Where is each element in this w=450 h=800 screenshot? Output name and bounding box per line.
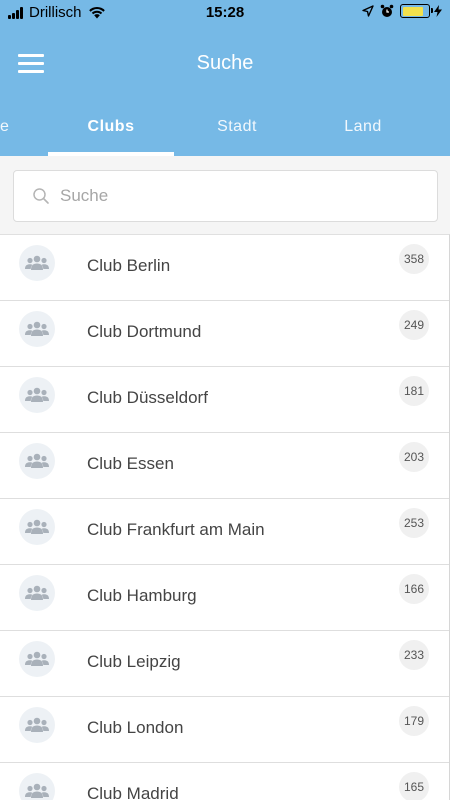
page-title: Suche — [196, 52, 254, 74]
club-row[interactable]: Club Madrid 165 — [0, 763, 449, 800]
member-count-badge: 203 — [399, 442, 429, 472]
club-avatar — [19, 377, 55, 413]
status-bar: Drillisch 15:28 — [0, 0, 450, 26]
club-row[interactable]: Club Berlin 358 — [0, 235, 449, 301]
charging-bolt-icon — [434, 5, 442, 17]
group-icon — [25, 717, 49, 732]
member-count-badge: 179 — [399, 706, 429, 736]
group-icon — [25, 387, 49, 402]
club-row[interactable]: Club Leipzig 233 — [0, 631, 449, 697]
club-row[interactable]: Club Dortmund 249 — [0, 301, 449, 367]
group-icon — [25, 321, 49, 336]
member-count-badge: 181 — [399, 376, 429, 406]
club-avatar — [19, 509, 55, 545]
club-name: Club Hamburg — [87, 586, 197, 605]
club-row[interactable]: Club Hamburg 166 — [0, 565, 449, 631]
member-count-badge: 253 — [399, 508, 429, 538]
club-avatar — [19, 575, 55, 611]
search-input[interactable] — [60, 183, 420, 209]
tab-stadt[interactable]: Stadt — [174, 118, 300, 136]
status-right — [356, 4, 442, 18]
club-avatar — [19, 773, 55, 800]
club-name: Club Madrid — [87, 784, 179, 800]
member-count-badge: 249 — [399, 310, 429, 340]
club-row[interactable]: Club London 179 — [0, 697, 449, 763]
club-row[interactable]: Club Frankfurt am Main 253 — [0, 499, 449, 565]
club-name: Club Leipzig — [87, 652, 181, 671]
battery-icon — [400, 4, 433, 18]
search-section — [0, 156, 450, 234]
club-row[interactable]: Club Essen 203 — [0, 433, 449, 499]
group-icon — [25, 519, 49, 534]
member-count-badge: 233 — [399, 640, 429, 670]
club-avatar — [19, 245, 55, 281]
club-name: Club Dortmund — [87, 322, 202, 341]
club-avatar — [19, 443, 55, 479]
club-name: Club Berlin — [87, 256, 171, 275]
tab-partial[interactable]: e — [0, 118, 9, 136]
club-name: Club London — [87, 718, 184, 737]
club-list: Club Berlin 358 Club Dortmund 249 Club D… — [0, 234, 450, 800]
club-avatar — [19, 641, 55, 677]
club-name: Club Essen — [87, 454, 174, 473]
location-arrow-icon — [362, 5, 374, 17]
alarm-icon — [380, 4, 394, 17]
club-name: Club Frankfurt am Main — [87, 520, 265, 539]
tab-bar: e Clubs Stadt Land — [0, 100, 450, 156]
group-icon — [25, 255, 49, 270]
group-icon — [25, 453, 49, 468]
club-row[interactable]: Club Düsseldorf 181 — [0, 367, 449, 433]
club-name: Club Düsseldorf — [87, 388, 208, 407]
group-icon — [25, 651, 49, 666]
member-count-badge: 165 — [399, 772, 429, 800]
club-avatar — [19, 311, 55, 347]
tab-land[interactable]: Land — [300, 118, 426, 136]
app-header: Drillisch 15:28 Suche e Clubs Stadt Land — [0, 0, 450, 156]
tab-clubs[interactable]: Clubs — [48, 118, 174, 136]
member-count-badge: 358 — [399, 244, 429, 274]
group-icon — [25, 585, 49, 600]
member-count-badge: 166 — [399, 574, 429, 604]
club-avatar — [19, 707, 55, 743]
group-icon — [25, 783, 49, 798]
search-icon — [33, 188, 49, 204]
search-box[interactable] — [13, 170, 438, 222]
